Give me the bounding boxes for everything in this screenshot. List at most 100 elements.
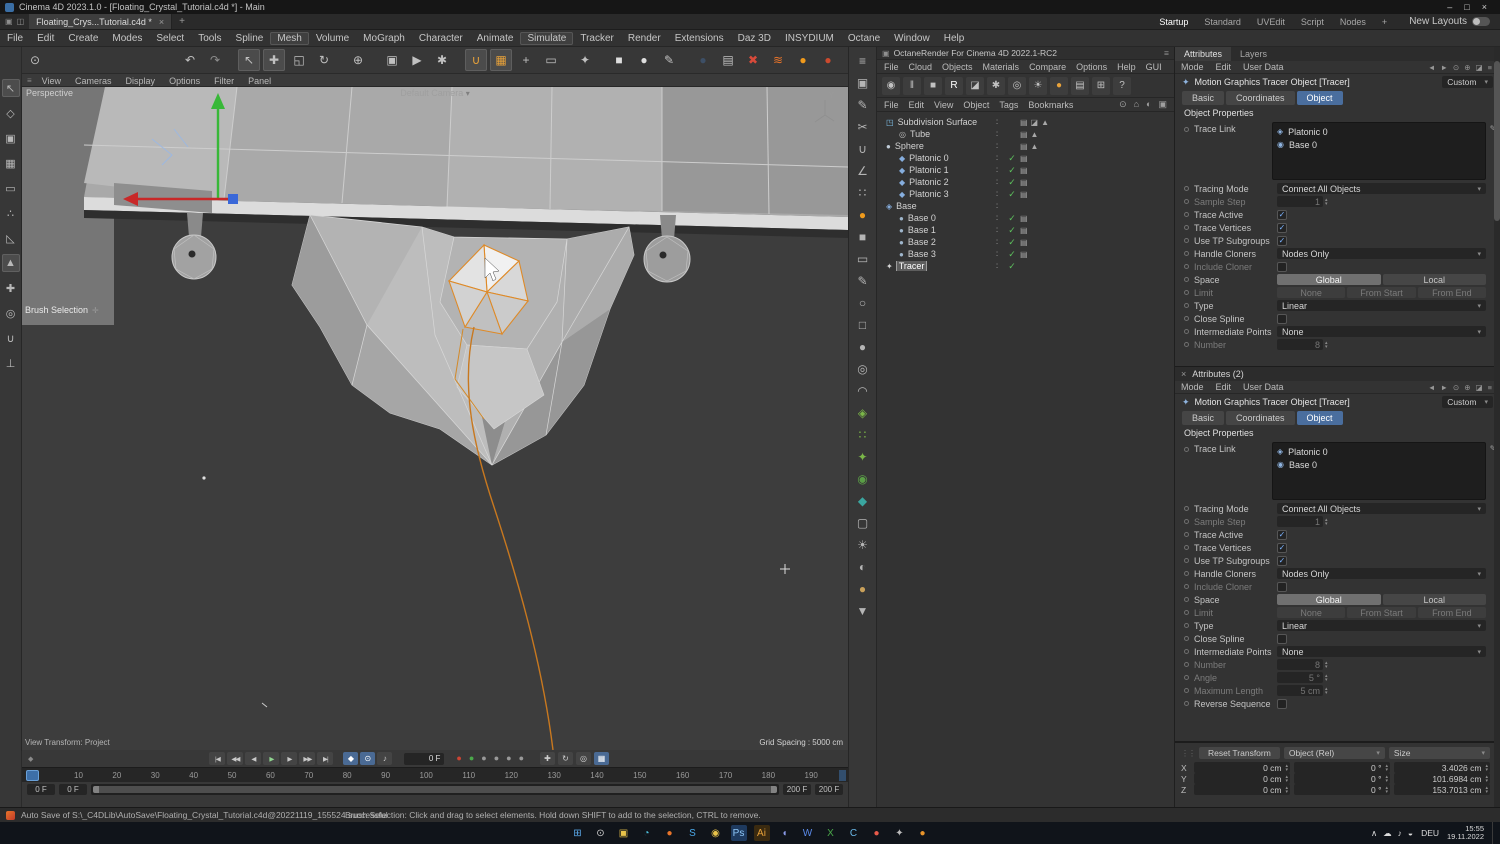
visibility-dots[interactable]: ∶ xyxy=(990,165,1004,176)
keyframe-circle-icon[interactable] xyxy=(1184,290,1189,295)
clock[interactable]: 15:55 19.11.2022 xyxy=(1447,824,1484,842)
menu-simulate[interactable]: Simulate xyxy=(520,31,574,45)
menu-daz3d[interactable]: Daz 3D xyxy=(731,32,778,45)
render-picture-viewer-icon[interactable]: ▶ xyxy=(406,49,428,71)
layout-add-button[interactable]: + xyxy=(1374,17,1395,27)
record-keyframe-button[interactable]: ◆ xyxy=(343,752,359,765)
keyframe-circle-icon[interactable] xyxy=(1184,238,1189,243)
dropdown[interactable]: Connect All Objects ▾ xyxy=(1277,503,1486,514)
object-name[interactable]: Sphere xyxy=(895,141,924,151)
object-manager-menu-item[interactable]: View xyxy=(929,100,958,110)
camera-menu-icon[interactable]: ▾ xyxy=(466,89,470,98)
position-field[interactable]: 0 cm ▴ ▾ xyxy=(1194,762,1290,773)
menu-icon[interactable]: ≡ xyxy=(1488,383,1492,392)
keyframe-circle-icon[interactable] xyxy=(1184,264,1189,269)
object-name[interactable]: Subdivision Surface xyxy=(898,117,978,127)
keyframe-parameter-icon[interactable]: ● xyxy=(506,754,511,763)
menu-tools[interactable]: Tools xyxy=(191,32,228,45)
measure-icon[interactable]: ∠ xyxy=(853,161,873,181)
settings-icon[interactable]: ✦ xyxy=(892,825,908,841)
checkbox[interactable]: ✓ xyxy=(1277,698,1287,709)
checkbox[interactable]: ✓ xyxy=(1277,633,1287,644)
next-frame-button[interactable]: ▶ xyxy=(281,752,298,765)
search-icon[interactable]: ⊙ xyxy=(593,825,609,841)
window-icon[interactable]: ▣ xyxy=(5,17,13,26)
network-icon[interactable]: ◒ xyxy=(1408,828,1413,839)
dropdown[interactable]: None ▾ xyxy=(1277,326,1486,337)
menu-animate[interactable]: Animate xyxy=(470,32,521,45)
object-name[interactable]: Base xyxy=(896,201,917,211)
attributes-menu-item[interactable]: User Data xyxy=(1237,382,1290,392)
keyframe-circle-icon[interactable] xyxy=(1184,558,1189,563)
object-name[interactable]: Base 3 xyxy=(908,249,936,259)
keyframe-circle-icon[interactable] xyxy=(1184,636,1189,641)
tab-object[interactable]: Object xyxy=(1296,411,1343,425)
keyframe-circle-icon[interactable] xyxy=(1184,532,1189,537)
pause-icon[interactable]: ‖ xyxy=(903,76,921,95)
keyframe-circle-icon[interactable] xyxy=(1184,688,1189,693)
stop-icon[interactable]: ■ xyxy=(924,76,942,95)
rotation-field[interactable]: 0 ° ▴ ▾ xyxy=(1294,773,1390,784)
goto-end-button[interactable]: ▶| xyxy=(317,752,334,765)
menu-create[interactable]: Create xyxy=(61,32,105,45)
plugin-red-ball-icon[interactable]: ● xyxy=(817,49,839,71)
start-button[interactable]: ⊞ xyxy=(570,825,586,841)
edge-icon[interactable]: ◔ xyxy=(639,825,655,841)
object-manager-menu-item[interactable]: Object xyxy=(958,100,994,110)
playhead[interactable] xyxy=(26,770,39,781)
snap-settings-icon[interactable]: ∪ xyxy=(2,329,20,347)
primitive-sphere-icon[interactable]: ● xyxy=(633,49,655,71)
prev-frame-button[interactable]: ◀ xyxy=(245,752,262,765)
menu-volume[interactable]: Volume xyxy=(309,32,356,45)
enabled-check-icon[interactable]: ✓ xyxy=(1004,165,1020,176)
viewport-solo-icon[interactable]: ◎ xyxy=(2,304,20,322)
locked-workplane-icon[interactable]: ⊥ xyxy=(2,354,20,372)
menu-character[interactable]: Character xyxy=(412,32,470,45)
attributes-menu-item[interactable]: Edit xyxy=(1210,62,1238,72)
effector-icon[interactable]: ✦ xyxy=(853,447,873,467)
layout-uvedit-button[interactable]: UVEdit xyxy=(1249,17,1293,27)
object-tags[interactable]: ▤ xyxy=(1020,190,1031,199)
volume-icon[interactable]: ♪ xyxy=(1398,828,1402,839)
object-tags[interactable]: ▤ xyxy=(1020,238,1031,247)
object-manager-menu-item[interactable]: Tags xyxy=(994,100,1023,110)
viewport-scene[interactable] xyxy=(22,87,848,750)
number-field[interactable]: 8 xyxy=(1277,339,1323,350)
object-row-platonic-0[interactable]: ◆ Platonic 0 ∶ ✓ ▤ xyxy=(877,152,1174,164)
octane-menu-item[interactable]: Compare xyxy=(1024,62,1071,72)
cloner-icon[interactable]: ◈ xyxy=(853,403,873,423)
undo-icon[interactable]: ↶ xyxy=(179,49,201,71)
pen-spline-icon[interactable]: ✎ xyxy=(853,271,873,291)
rotate-tool-icon[interactable]: ↻ xyxy=(313,49,335,71)
position-field[interactable]: 0 cm ▴ ▾ xyxy=(1194,784,1290,795)
dropdown[interactable]: Linear ▾ xyxy=(1277,300,1486,311)
cinema4d-icon[interactable]: C xyxy=(846,825,862,841)
option-button[interactable]: None xyxy=(1277,287,1346,298)
panel-menu-icon[interactable]: ≡ xyxy=(853,51,873,71)
object-row-platonic-3[interactable]: ◆ Platonic 3 ∶ ✓ ▤ xyxy=(877,188,1174,200)
stepper-icon[interactable]: ▴ ▾ xyxy=(1325,197,1328,206)
current-frame-field[interactable]: 0 F xyxy=(404,752,445,765)
object-name[interactable]: Platonic 1 xyxy=(909,165,949,175)
model-mode-icon[interactable]: ▣ xyxy=(2,129,20,147)
octane-menu-item[interactable]: File xyxy=(879,62,904,72)
checkbox[interactable]: ✓ xyxy=(1277,235,1287,246)
snap-icon[interactable]: ∪ xyxy=(465,49,487,71)
xparticles-icon[interactable]: ✖ xyxy=(742,49,764,71)
visibility-dots[interactable]: ∶ xyxy=(990,261,1004,272)
object-name[interactable]: Base 1 xyxy=(908,225,936,235)
workplane-mode-icon[interactable]: ▭ xyxy=(2,179,20,197)
object-tags[interactable]: ▤▲ xyxy=(1020,130,1041,139)
checkbox[interactable]: ✓ xyxy=(1277,222,1287,233)
stage-icon[interactable]: ▼ xyxy=(853,601,873,621)
menu-icon[interactable]: ≡ xyxy=(1488,63,1492,72)
object-tags[interactable]: ▤ xyxy=(1020,166,1031,175)
object-name[interactable]: Base 2 xyxy=(908,237,936,247)
object-manager-menu-item[interactable]: File xyxy=(879,100,904,110)
range-bar[interactable] xyxy=(93,786,777,793)
pin-icon[interactable]: ⊕ xyxy=(1464,63,1470,72)
tab-close-icon[interactable]: × xyxy=(159,17,164,27)
scrollbar[interactable] xyxy=(1494,47,1500,807)
object-tags[interactable]: ▤◪▲ xyxy=(1020,118,1052,127)
keyframe-pla-icon[interactable]: ● xyxy=(519,754,524,763)
